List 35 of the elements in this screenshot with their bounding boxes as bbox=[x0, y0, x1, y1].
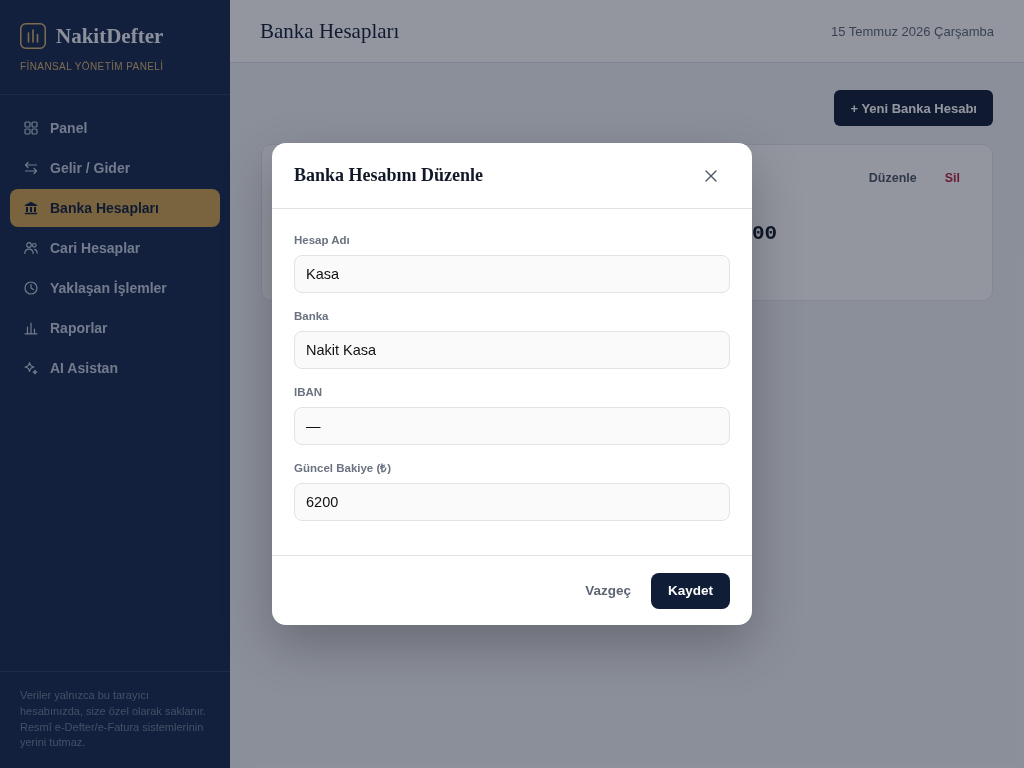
clock-icon bbox=[24, 281, 38, 295]
field-label: IBAN bbox=[294, 385, 324, 399]
brand-subtitle: FİNANSAL YÖNETİM PANELİ bbox=[20, 60, 164, 74]
close-icon bbox=[705, 169, 717, 182]
input-field[interactable]: — bbox=[294, 407, 730, 445]
input-field[interactable]: 6200 bbox=[294, 483, 730, 521]
sparkle-icon bbox=[24, 361, 38, 375]
edit-link[interactable]: Düzenle bbox=[868, 170, 917, 186]
delete-link[interactable]: Sil bbox=[944, 170, 960, 186]
input-field[interactable]: Nakit Kasa bbox=[294, 331, 730, 369]
bank-icon bbox=[24, 201, 38, 215]
nav-item[interactable]: AI Asistan bbox=[10, 349, 220, 387]
brand-name: NakitDefter bbox=[56, 23, 164, 49]
field-label: Güncel Bakiye (₺) bbox=[294, 461, 393, 475]
nav-item[interactable]: Panel bbox=[10, 109, 220, 147]
bar-chart-icon bbox=[24, 321, 38, 335]
grid-icon bbox=[24, 121, 38, 135]
page-title: Banka Hesapları bbox=[260, 18, 400, 44]
input-field[interactable]: Kasa bbox=[294, 255, 730, 293]
new-account-button[interactable]: + Yeni Banka Hesabı bbox=[834, 90, 993, 126]
nav-item[interactable]: Cari Hesaplar bbox=[10, 229, 220, 267]
field-label: Hesap Adı bbox=[294, 233, 351, 247]
arrows-icon bbox=[24, 161, 38, 175]
nav-item[interactable]: Banka Hesapları bbox=[10, 189, 220, 227]
balance-amount: 00 bbox=[752, 222, 778, 245]
save-button[interactable]: Kaydet bbox=[651, 572, 730, 609]
nav-item[interactable]: Gelir / Gider bbox=[10, 149, 220, 187]
field-label: Banka bbox=[294, 309, 330, 323]
cancel-button[interactable]: Vazgeç bbox=[573, 572, 643, 609]
dialog-title: Banka Hesabını Düzenle bbox=[294, 165, 484, 186]
people-icon bbox=[24, 241, 38, 255]
nav-item[interactable]: Yaklaşan İşlemler bbox=[10, 269, 220, 307]
nav-item[interactable]: Raporlar bbox=[10, 309, 220, 347]
bar-chart-logo-icon bbox=[20, 23, 46, 49]
current-date: 15 Temmuz 2026 Çarşamba bbox=[830, 23, 994, 39]
